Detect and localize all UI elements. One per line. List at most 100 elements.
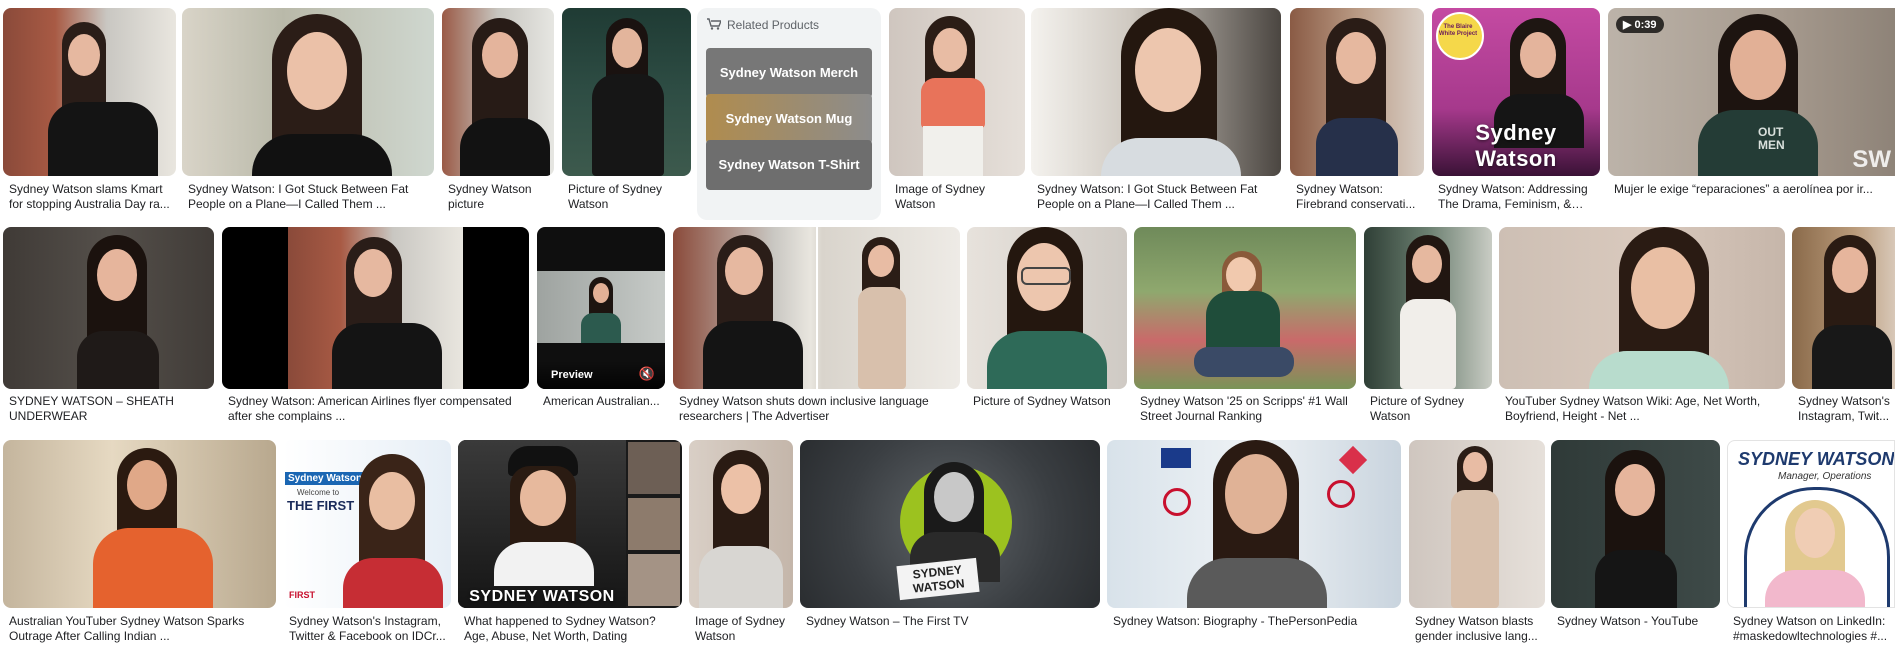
result-thumbnail[interactable]: [3, 227, 214, 389]
result-caption[interactable]: Sydney Watson: Biography - ThePersonPedi…: [1113, 614, 1397, 629]
person-figure: [332, 237, 442, 389]
person-figure: [848, 237, 918, 389]
image-result[interactable]: Picture of Sydney Watson: [967, 227, 1127, 435]
result-caption[interactable]: Sydney Watson: Firebrand conservati...: [1296, 182, 1418, 212]
image-result[interactable]: Image of Sydney Watson: [689, 440, 793, 645]
result-caption[interactable]: Image of Sydney Watson: [895, 182, 1019, 212]
result-caption[interactable]: Sydney Watson: American Airlines flyer c…: [228, 394, 524, 424]
result-thumbnail[interactable]: [562, 8, 691, 176]
result-thumbnail[interactable]: [1364, 227, 1492, 389]
person-figure: [909, 16, 1005, 176]
person-figure: [1394, 235, 1464, 389]
result-caption[interactable]: Picture of Sydney Watson: [568, 182, 686, 212]
result-thumbnail[interactable]: Sydney Watson Welcome to THE FIRST FIRST: [283, 440, 451, 608]
image-result[interactable]: Sydney Watson Welcome to THE FIRST FIRST…: [283, 440, 451, 645]
result-caption[interactable]: Mujer le exige “reparaciones” a aerolíne…: [1614, 182, 1884, 197]
image-result[interactable]: Image of Sydney Watson: [889, 8, 1025, 218]
result-caption[interactable]: Sydney Watson – The First TV: [806, 614, 1096, 629]
result-caption[interactable]: Sydney Watson slams Kmart for stopping A…: [9, 182, 177, 212]
result-thumbnail[interactable]: [889, 8, 1025, 176]
image-result[interactable]: Sydney Watson: Firebrand conservati...: [1290, 8, 1424, 218]
image-result[interactable]: Sydney Watson picture: [442, 8, 554, 218]
video-thumbnail[interactable]: OUT MEN ▶ 0:39 SW: [1608, 8, 1895, 176]
result-caption[interactable]: Sydney Watson shuts down inclusive langu…: [679, 394, 955, 424]
result-caption[interactable]: American Australian...: [543, 394, 661, 409]
photo-frame: [1744, 487, 1890, 607]
person-figure: [1579, 227, 1729, 389]
result-thumbnail[interactable]: The Blaire White Project Sydney Watson: [1432, 8, 1600, 176]
result-caption[interactable]: What happened to Sydney Watson? Age, Abu…: [464, 614, 678, 644]
result-thumbnail[interactable]: [1792, 227, 1895, 389]
result-thumbnail[interactable]: SYDNEY WATSON: [458, 440, 682, 608]
result-caption[interactable]: Picture of Sydney Watson: [1370, 394, 1488, 424]
image-result[interactable]: Picture of Sydney Watson: [1364, 227, 1492, 435]
result-caption[interactable]: Sydney Watson picture: [448, 182, 548, 212]
image-result[interactable]: Sydney Watson's Instagram, Twit...: [1792, 227, 1895, 435]
related-product-tshirt[interactable]: Sydney Watson T-Shirt: [706, 140, 872, 190]
result-caption[interactable]: Sydney Watson '25 on Scripps' #1 Wall St…: [1140, 394, 1350, 424]
result-thumbnail[interactable]: [3, 440, 276, 608]
person-figure: [93, 448, 213, 608]
image-result[interactable]: Picture of Sydney Watson: [562, 8, 691, 218]
image-result[interactable]: YouTuber Sydney Watson Wiki: Age, Net Wo…: [1499, 227, 1785, 435]
result-thumbnail[interactable]: [222, 227, 529, 389]
result-thumbnail[interactable]: [1134, 227, 1356, 389]
result-caption[interactable]: Sydney Watson's Instagram, Twitter & Fac…: [289, 614, 447, 644]
image-result[interactable]: Sydney Watson '25 on Scripps' #1 Wall St…: [1134, 227, 1356, 435]
result-caption[interactable]: YouTuber Sydney Watson Wiki: Age, Net Wo…: [1505, 394, 1781, 424]
person-figure: [699, 450, 783, 608]
result-thumbnail[interactable]: [3, 8, 176, 176]
person-figure: [494, 446, 594, 586]
result-caption[interactable]: Australian YouTuber Sydney Watson Sparks…: [9, 614, 273, 644]
related-products-panel: Related Products Sydney Watson Merch Syd…: [697, 8, 881, 220]
result-thumbnail[interactable]: [1107, 440, 1401, 608]
image-result[interactable]: The Blaire White Project Sydney Watson S…: [1432, 8, 1600, 218]
image-result[interactable]: SYDNEY WATSON – SHEATH UNDERWEAR: [3, 227, 214, 435]
related-product-merch[interactable]: Sydney Watson Merch: [706, 48, 872, 98]
image-result[interactable]: SYDNEY WATSON What happened to Sydney Wa…: [458, 440, 682, 645]
video-result[interactable]: Preview 🔇 American Australian...: [537, 227, 665, 435]
result-caption[interactable]: Sydney Watson: Addressing The Drama, Fem…: [1438, 182, 1594, 212]
result-caption[interactable]: Sydney Watson - YouTube: [1557, 614, 1717, 629]
result-caption[interactable]: SYDNEY WATSON – SHEATH UNDERWEAR: [9, 394, 209, 424]
image-result[interactable]: Sydney Watson: I Got Stuck Between Fat P…: [1031, 8, 1281, 218]
result-caption[interactable]: Sydney Watson's Instagram, Twit...: [1798, 394, 1894, 424]
related-product-mug[interactable]: Sydney Watson Mug: [706, 94, 872, 144]
result-thumbnail[interactable]: [182, 8, 434, 176]
result-thumbnail[interactable]: [442, 8, 554, 176]
image-result[interactable]: Sydney Watson: American Airlines flyer c…: [222, 227, 529, 435]
result-caption[interactable]: Sydney Watson on LinkedIn: #maskedowltec…: [1733, 614, 1893, 644]
image-result[interactable]: Sydney Watson blasts gender inclusive la…: [1409, 440, 1545, 645]
result-thumbnail[interactable]: [1409, 440, 1545, 608]
person-figure: [1312, 18, 1402, 176]
video-result[interactable]: OUT MEN ▶ 0:39 SW Mujer le exige “repara…: [1608, 8, 1895, 218]
image-result[interactable]: Sydney Watson slams Kmart for stopping A…: [3, 8, 176, 218]
result-thumbnail[interactable]: [1499, 227, 1785, 389]
result-caption[interactable]: Sydney Watson: I Got Stuck Between Fat P…: [188, 182, 428, 212]
image-result[interactable]: Australian YouTuber Sydney Watson Sparks…: [3, 440, 276, 645]
result-thumbnail[interactable]: [1551, 440, 1720, 608]
image-result[interactable]: Sydney Watson: I Got Stuck Between Fat P…: [182, 8, 434, 218]
result-thumbnail[interactable]: SYDNEY WATSON: [800, 440, 1100, 608]
person-figure: [242, 14, 392, 176]
result-thumbnail[interactable]: [689, 440, 793, 608]
image-result[interactable]: Sydney Watson: Biography - ThePersonPedi…: [1107, 440, 1401, 645]
result-caption[interactable]: Sydney Watson blasts gender inclusive la…: [1415, 614, 1541, 644]
result-thumbnail[interactable]: [673, 227, 960, 389]
mute-icon[interactable]: 🔇: [639, 366, 655, 382]
play-icon: ▶: [1623, 19, 1635, 31]
image-result[interactable]: SYDNEY WATSON Manager, Operations Sydney…: [1727, 440, 1895, 645]
image-result[interactable]: SYDNEY WATSON Sydney Watson – The First …: [800, 440, 1100, 645]
result-thumbnail[interactable]: [967, 227, 1127, 389]
result-thumbnail[interactable]: [1290, 8, 1424, 176]
result-caption[interactable]: Picture of Sydney Watson: [973, 394, 1123, 409]
video-thumbnail[interactable]: Preview 🔇: [537, 227, 665, 389]
result-thumbnail[interactable]: [1031, 8, 1281, 176]
image-result[interactable]: Sydney Watson - YouTube: [1551, 440, 1720, 645]
result-caption[interactable]: Sydney Watson: I Got Stuck Between Fat P…: [1037, 182, 1277, 212]
image-result[interactable]: Sydney Watson shuts down inclusive langu…: [673, 227, 960, 435]
person-figure: [1187, 440, 1327, 608]
person-figure: [586, 18, 670, 176]
result-caption[interactable]: Image of Sydney Watson: [695, 614, 789, 644]
result-thumbnail[interactable]: SYDNEY WATSON Manager, Operations: [1727, 440, 1895, 608]
